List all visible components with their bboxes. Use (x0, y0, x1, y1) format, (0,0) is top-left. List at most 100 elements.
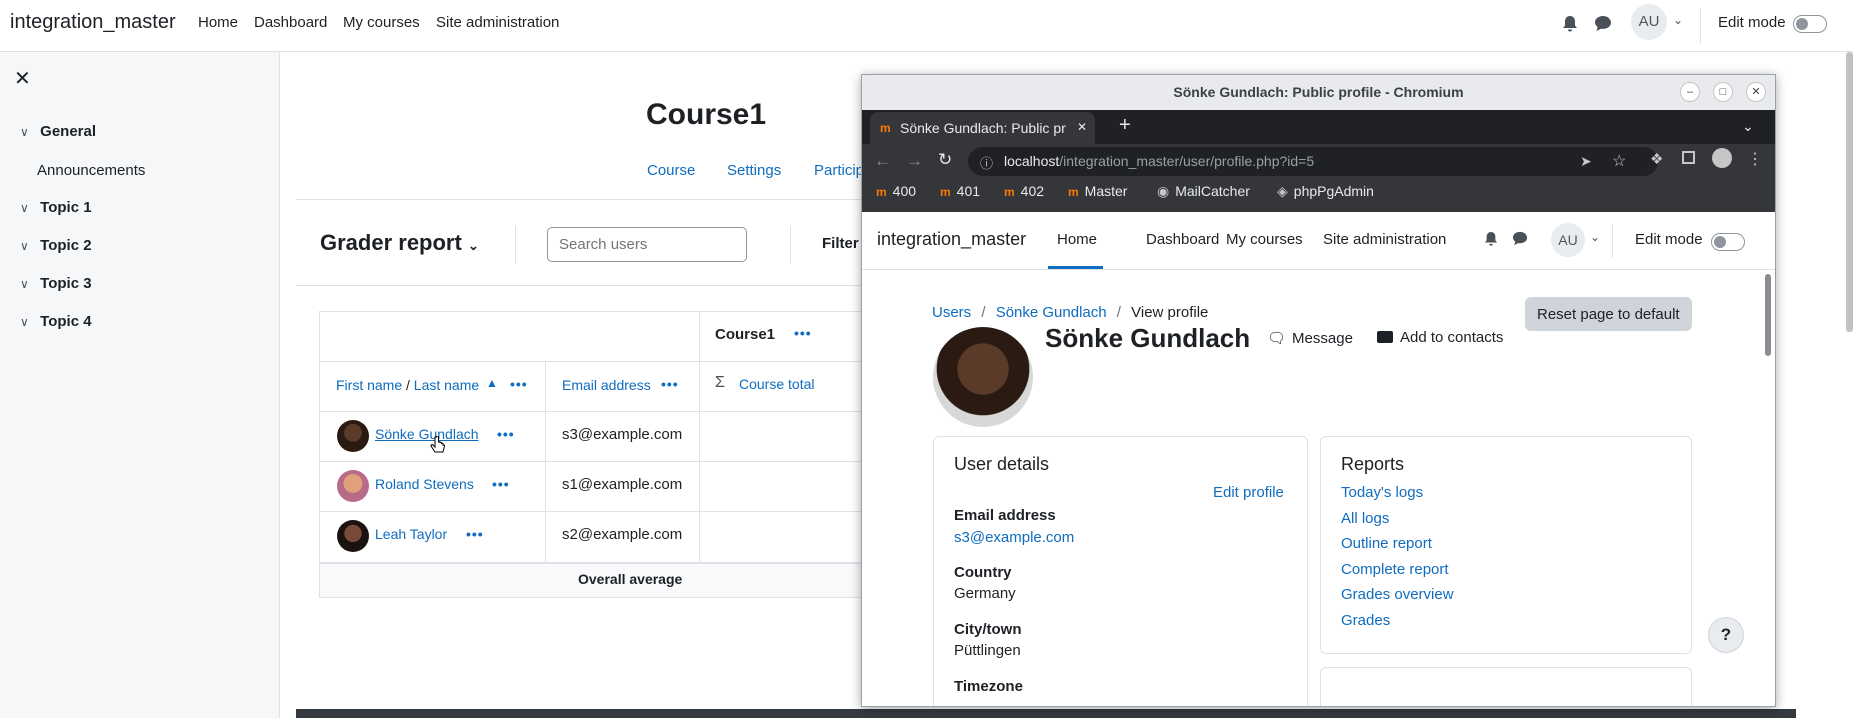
side-panel-icon[interactable] (1682, 151, 1695, 164)
tab-settings[interactable]: Settings (727, 162, 781, 179)
address-bar[interactable]: ⓘ localhost/integration_master/user/prof… (968, 147, 1658, 176)
breadcrumb: Users / Sönke Gundlach / View profile (932, 304, 1208, 321)
divider (515, 226, 516, 264)
page-scrollbar[interactable] (1846, 52, 1853, 332)
chevron-down-icon[interactable]: ⌄ (1673, 13, 1683, 27)
close-window-icon[interactable]: ✕ (1746, 82, 1766, 102)
close-tab-icon[interactable]: ✕ (1077, 120, 1087, 134)
chromium-window: Sönke Gundlach: Public profile - Chromiu… (861, 74, 1776, 707)
email-link[interactable]: s3@example.com (954, 529, 1074, 546)
breadcrumb-user[interactable]: Sönke Gundlach (996, 304, 1107, 321)
reports-heading: Reports (1341, 454, 1405, 474)
bookmark-402[interactable]: m 402 (1004, 183, 1044, 199)
user-avatar[interactable]: AU (1631, 4, 1667, 40)
section-topic-2[interactable]: ∨ Topic 2 (20, 237, 92, 254)
close-icon[interactable]: ✕ (14, 66, 31, 91)
nav-my-courses[interactable]: My courses (1226, 231, 1303, 248)
sort-first-name[interactable]: First name (336, 377, 402, 393)
announcements-link[interactable]: Announcements (37, 162, 145, 179)
inner-scrollbar[interactable] (1765, 274, 1771, 356)
student-name-link[interactable]: Sönke Gundlach (375, 426, 479, 442)
section-topic-1[interactable]: ∨ Topic 1 (20, 199, 92, 216)
report-grades-overview[interactable]: Grades overview (1341, 586, 1454, 603)
section-topic-4[interactable]: ∨ Topic 4 (20, 313, 92, 330)
nav-site-administration[interactable]: Site administration (1323, 231, 1446, 248)
breadcrumb-users[interactable]: Users (932, 304, 971, 321)
reset-page-button[interactable]: Reset page to default (1525, 297, 1692, 331)
divider (296, 285, 861, 286)
share-icon[interactable]: ➤ (1580, 153, 1592, 170)
nav-site-administration[interactable]: Site administration (436, 14, 559, 31)
maximize-icon[interactable]: □ (1713, 82, 1733, 102)
reload-icon[interactable]: ↻ (938, 150, 952, 170)
email-column-header[interactable]: Email address (562, 377, 651, 393)
tab-search-icon[interactable]: ⌄ (1742, 118, 1754, 135)
divider (1612, 224, 1613, 258)
bookmark-master[interactable]: m Master (1068, 183, 1127, 199)
section-general[interactable]: ∨ General (20, 123, 96, 140)
report-todays-logs[interactable]: Today's logs (1341, 484, 1423, 501)
minimize-icon[interactable]: – (1680, 82, 1700, 102)
bell-icon[interactable] (1484, 231, 1498, 252)
url-text: localhost/integration_master/user/profil… (1004, 153, 1314, 169)
report-all-logs[interactable]: All logs (1341, 510, 1389, 527)
nav-dashboard[interactable]: Dashboard (1146, 231, 1219, 248)
site-brand[interactable]: integration_master (10, 11, 176, 34)
nav-my-courses[interactable]: My courses (343, 14, 420, 31)
edit-mode-toggle[interactable] (1793, 15, 1827, 33)
bookmark-mailcatcher[interactable]: ◉ MailCatcher (1157, 183, 1250, 200)
tab-participants[interactable]: Particip (814, 162, 864, 179)
report-grades[interactable]: Grades (1341, 612, 1390, 629)
course-menu-icon[interactable]: ••• (794, 325, 812, 341)
user-avatar[interactable]: AU (1551, 223, 1585, 257)
edit-profile-link[interactable]: Edit profile (1213, 484, 1284, 501)
nav-dashboard[interactable]: Dashboard (254, 14, 327, 31)
back-icon[interactable]: ← (874, 151, 891, 171)
email-column-menu-icon[interactable]: ••• (661, 376, 679, 392)
chat-icon[interactable] (1512, 231, 1528, 251)
search-users-input[interactable] (547, 227, 747, 262)
browser-tab[interactable]: m Sönke Gundlach: Public pr ✕ (870, 112, 1095, 144)
bell-icon[interactable] (1562, 15, 1578, 38)
course-total-header[interactable]: Course total (739, 376, 814, 392)
avatar[interactable] (337, 520, 369, 552)
grader-report-title[interactable]: Grader report ⌄ (320, 230, 479, 256)
report-outline[interactable]: Outline report (1341, 535, 1432, 552)
tab-course[interactable]: Course (647, 162, 695, 179)
edit-mode-toggle[interactable] (1711, 233, 1745, 251)
student-email: s3@example.com (562, 426, 683, 443)
new-tab-icon[interactable]: + (1119, 114, 1131, 137)
report-complete[interactable]: Complete report (1341, 561, 1449, 578)
avatar[interactable] (337, 420, 369, 452)
avatar[interactable] (337, 470, 369, 502)
chat-icon[interactable] (1594, 15, 1612, 37)
section-topic-3[interactable]: ∨ Topic 3 (20, 275, 92, 292)
extensions-icon[interactable]: ❖ (1650, 150, 1663, 168)
bookmark-400[interactable]: m 400 (876, 183, 916, 199)
window-titlebar[interactable]: Sönke Gundlach: Public profile - Chromiu… (862, 75, 1775, 110)
chevron-down-icon[interactable]: ⌄ (1590, 230, 1600, 244)
profile-icon[interactable] (1712, 148, 1732, 168)
kebab-menu-icon[interactable]: ⋮ (1747, 149, 1763, 169)
bookmark-star-icon[interactable]: ☆ (1612, 151, 1626, 171)
help-button[interactable]: ? (1708, 617, 1744, 653)
student-email: s2@example.com (562, 526, 683, 543)
site-info-icon[interactable]: ⓘ (980, 153, 993, 172)
bookmark-401[interactable]: m 401 (940, 183, 980, 199)
student-name-link[interactable]: Leah Taylor (375, 526, 447, 542)
row-menu-icon[interactable]: ••• (492, 476, 510, 492)
nav-home[interactable]: Home (1057, 231, 1097, 248)
row-menu-icon[interactable]: ••• (466, 526, 484, 542)
filter-button[interactable]: Filter (822, 235, 859, 252)
name-column-menu-icon[interactable]: ••• (510, 376, 528, 392)
student-name-link[interactable]: Roland Stevens (375, 476, 474, 492)
message-label: Message (1292, 330, 1353, 347)
site-brand[interactable]: integration_master (877, 229, 1026, 250)
forward-icon[interactable]: → (906, 151, 923, 171)
message-button[interactable]: 🗨 Message (1267, 329, 1353, 347)
add-contacts-button[interactable]: Add to contacts (1377, 329, 1503, 346)
bookmark-phppgadmin[interactable]: ◈ phpPgAdmin (1277, 183, 1374, 200)
nav-home[interactable]: Home (198, 14, 238, 31)
sort-last-name[interactable]: Last name (414, 377, 479, 393)
row-menu-icon[interactable]: ••• (497, 426, 515, 442)
